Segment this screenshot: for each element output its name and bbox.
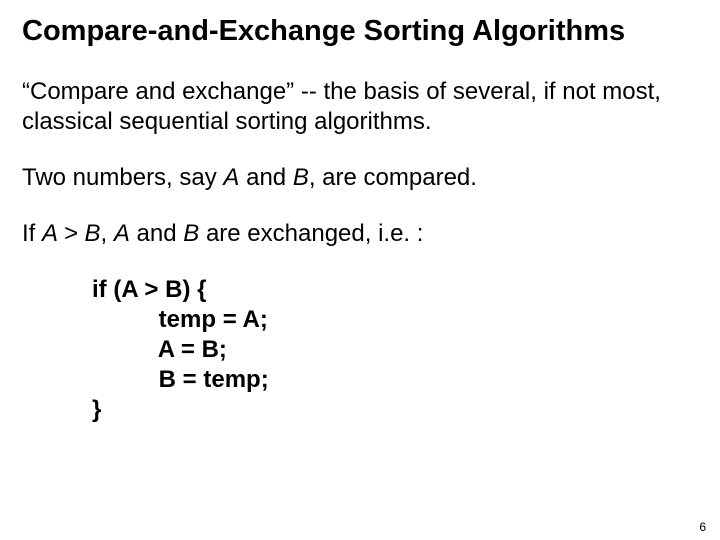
page-number: 6 <box>699 520 706 534</box>
slide-title: Compare-and-Exchange Sorting Algorithms <box>22 14 698 49</box>
var-a: A <box>42 220 57 247</box>
text: and <box>239 164 292 191</box>
var-a: A <box>114 220 130 247</box>
text: If <box>22 220 42 247</box>
paragraph-exchanged: If A > B, A and B are exchanged, i.e. : <box>22 219 698 249</box>
slide-body: “Compare and exchange” -- the basis of s… <box>22 77 698 425</box>
text: , <box>101 220 114 247</box>
paragraph-intro: “Compare and exchange” -- the basis of s… <box>22 77 698 137</box>
text: , are compared. <box>309 164 477 191</box>
code-block: if (A > B) { temp = A; A = B; B = temp; … <box>92 275 698 425</box>
var-b: B <box>85 220 101 247</box>
var-a: A <box>223 164 239 191</box>
text-gt: > <box>57 220 84 247</box>
var-b: B <box>183 220 199 247</box>
slide: Compare-and-Exchange Sorting Algorithms … <box>0 0 720 540</box>
var-b: B <box>293 164 309 191</box>
text: are exchanged, i.e. : <box>199 220 423 247</box>
text: Two numbers, say <box>22 164 223 191</box>
text: and <box>130 220 183 247</box>
paragraph-compared: Two numbers, say A and B, are compared. <box>22 163 698 193</box>
